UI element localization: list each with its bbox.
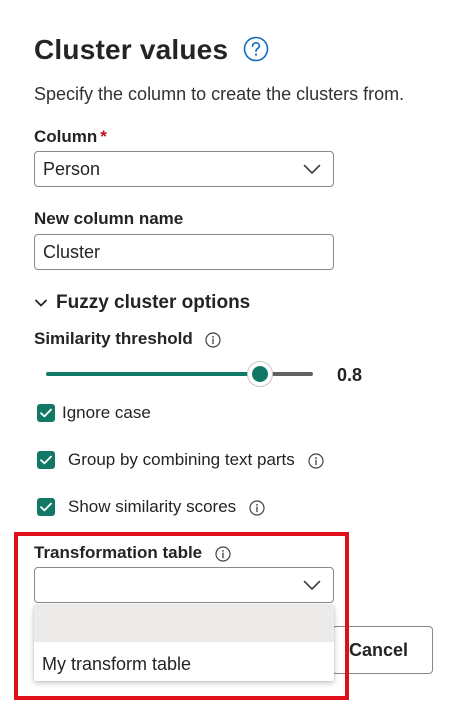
group-by-combining-checkbox[interactable] — [37, 451, 55, 469]
new-column-name-value: Cluster — [43, 242, 101, 262]
show-similarity-scores-text: Show similarity scores — [68, 497, 237, 516]
similarity-value: 0.8 — [337, 365, 363, 385]
new-column-name-input[interactable]: Cluster — [34, 234, 334, 270]
ignore-case-label: Ignore case — [62, 403, 151, 422]
highlight-box — [14, 532, 349, 700]
chevron-down-icon — [303, 164, 321, 174]
ignore-case-checkbox[interactable] — [37, 404, 55, 422]
help-icon[interactable] — [243, 36, 269, 62]
new-column-label: New column name — [34, 209, 184, 228]
column-dropdown[interactable]: Person — [34, 151, 334, 187]
info-icon[interactable] — [205, 331, 222, 348]
similarity-slider-thumb[interactable] — [247, 361, 273, 387]
required-marker: * — [100, 127, 107, 146]
show-similarity-scores-label: Show similarity scores — [68, 496, 265, 518]
fuzzy-options-toggle[interactable]: Fuzzy cluster options — [34, 291, 250, 315]
fuzzy-options-label: Fuzzy cluster options — [56, 292, 251, 313]
info-icon[interactable] — [307, 452, 324, 469]
similarity-threshold-text: Similarity threshold — [34, 329, 193, 348]
group-by-combining-label: Group by combining text parts — [68, 449, 324, 471]
info-icon[interactable] — [249, 499, 265, 516]
group-by-combining-text: Group by combining text parts — [68, 450, 295, 469]
slider-track-filled[interactable] — [46, 372, 260, 376]
checkmark-icon — [40, 502, 52, 512]
dialog-subtitle: Specify the column to create the cluster… — [34, 84, 405, 104]
dialog-title: Cluster values — [34, 34, 229, 65]
show-similarity-scores-checkbox[interactable] — [37, 498, 55, 516]
chevron-down-icon — [35, 299, 47, 307]
column-dropdown-value: Person — [43, 159, 101, 179]
column-label: Column * — [34, 126, 107, 148]
similarity-threshold-label: Similarity threshold — [34, 328, 222, 350]
checkmark-icon — [40, 455, 52, 465]
checkmark-icon — [40, 408, 52, 418]
column-label-text: Column — [34, 127, 98, 146]
